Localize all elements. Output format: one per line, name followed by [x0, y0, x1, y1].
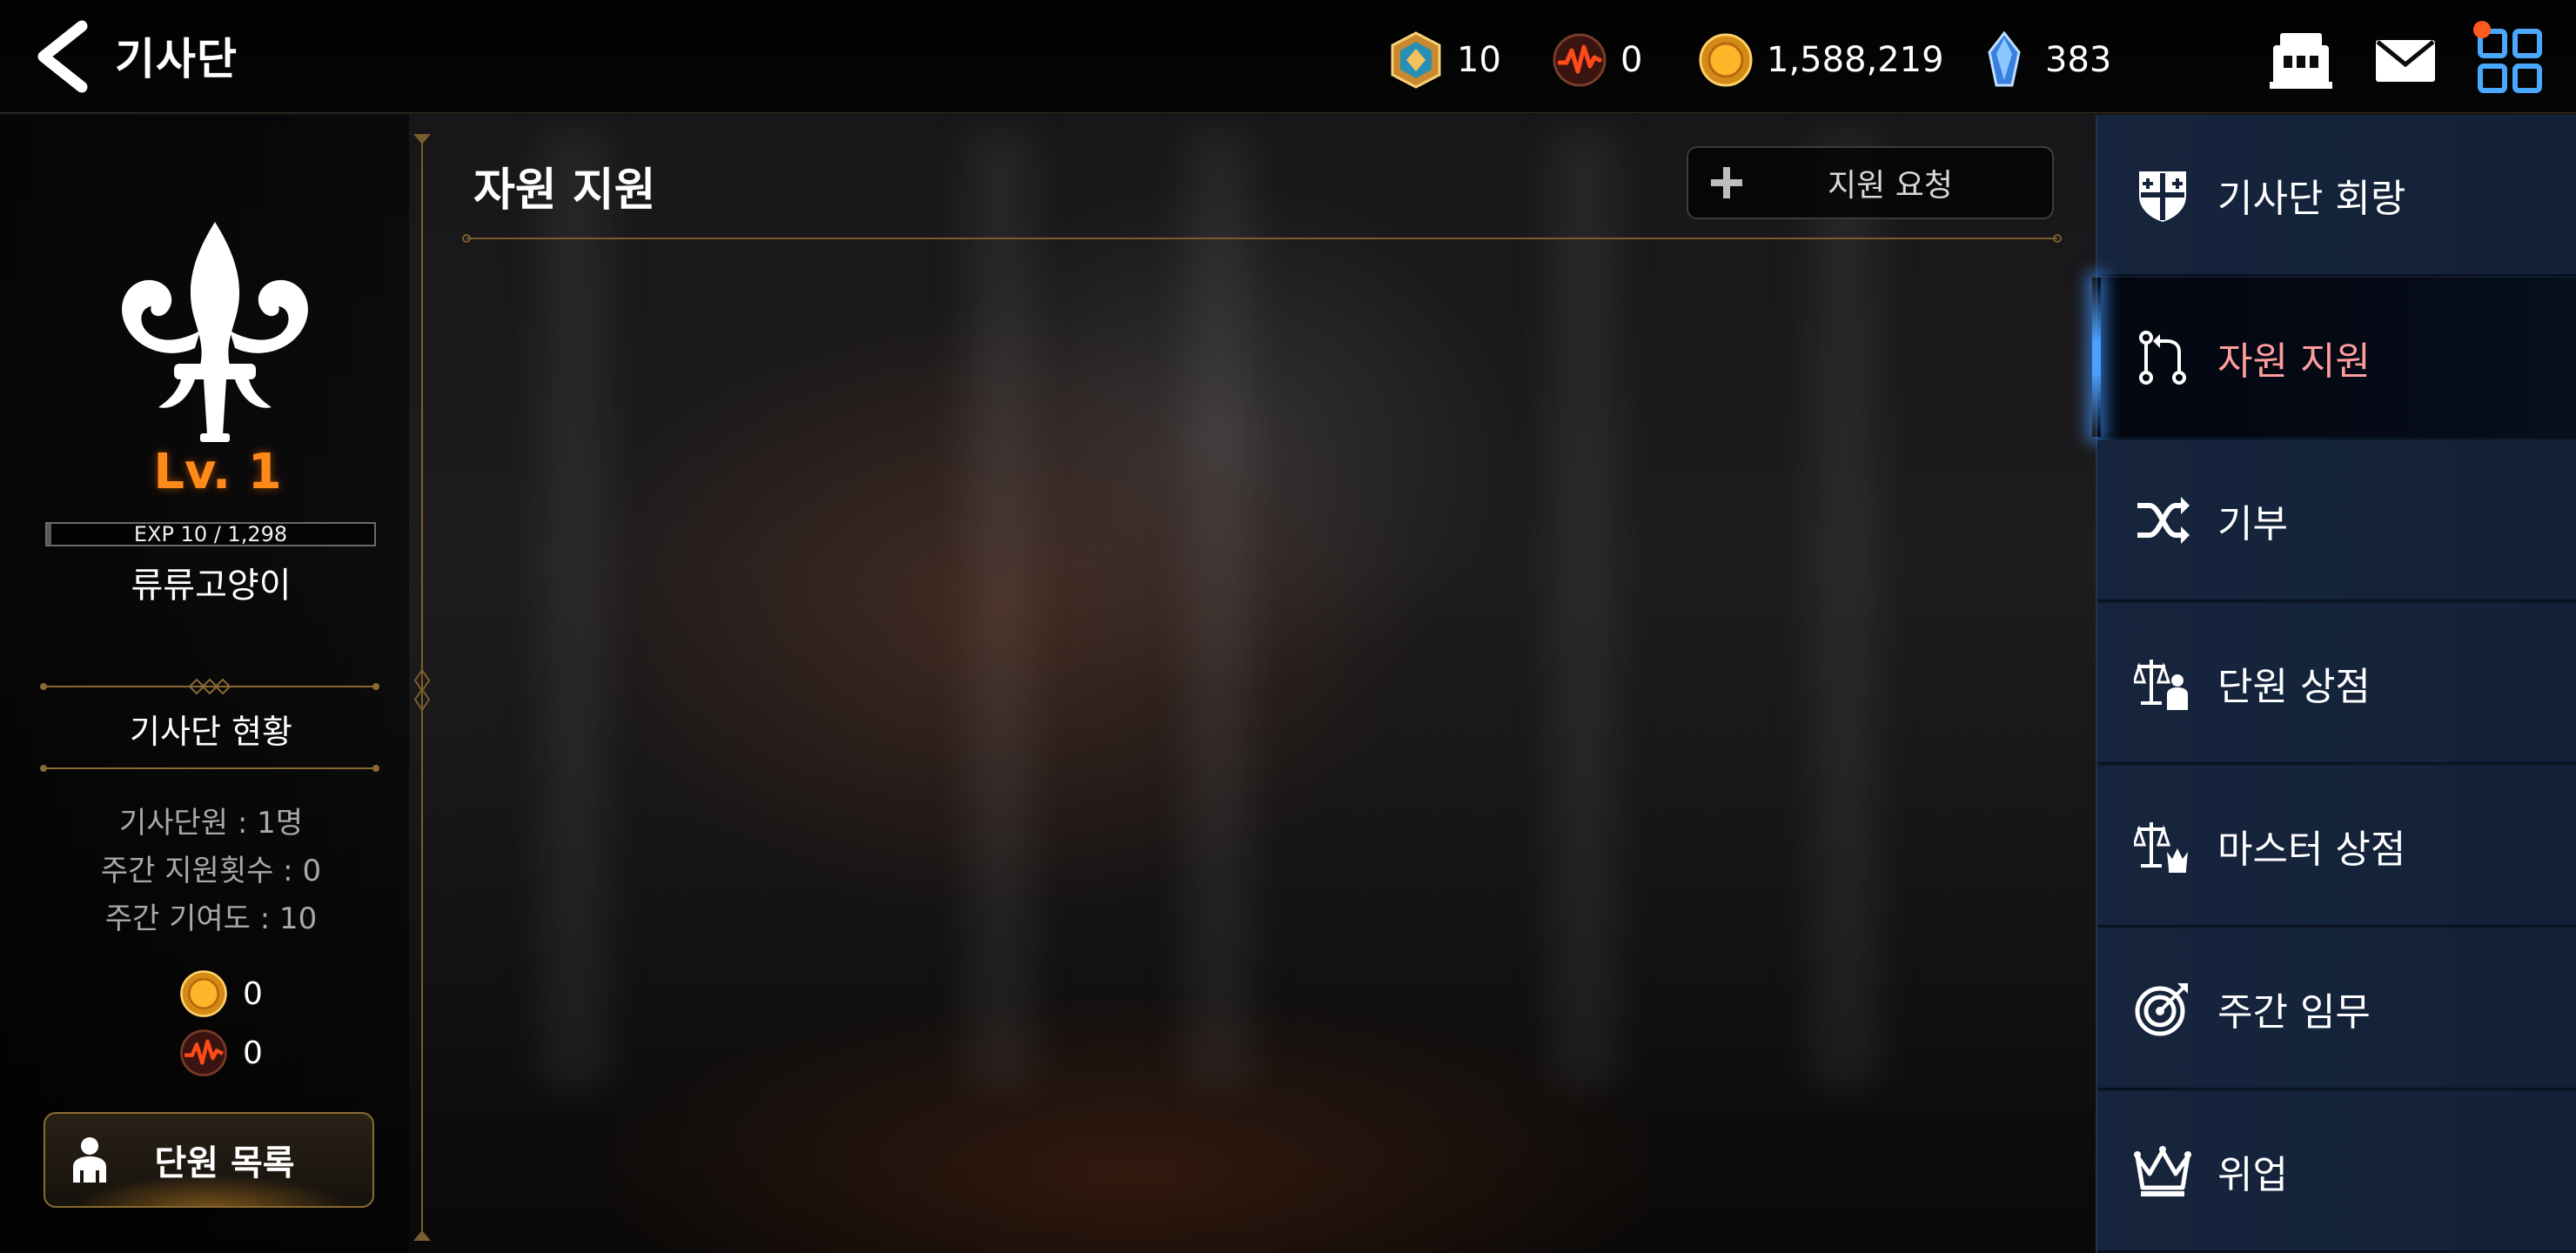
back-arrow-icon [37, 20, 88, 93]
menu-item-label: 자원 지원 [2217, 338, 2371, 384]
back-button[interactable] [31, 19, 101, 94]
master-shop-icon [2134, 821, 2188, 873]
active-indicator [2092, 278, 2101, 437]
support-request-button[interactable]: 지원 요청 [1687, 146, 2054, 219]
page-title: 기사단 [115, 34, 238, 84]
guild-flame: 0 [178, 1027, 263, 1079]
menu-item-label: 기사단 회랑 [2217, 176, 2406, 221]
mail-icon [2376, 40, 2435, 82]
menu-item-member-shop[interactable]: 단원 상점 [2097, 603, 2576, 764]
notification-dot [2473, 21, 2491, 38]
content-divider [462, 234, 2062, 243]
flame-orb-icon [180, 1029, 227, 1076]
panel-divider [413, 134, 431, 1241]
guild-menu: 기사단 회랑 자원 지원 기부 단원 상점 마스터 상점 주간 임무 위업 [2092, 115, 2576, 1253]
gold-coin-icon [1699, 33, 1753, 87]
currency-crest-token[interactable]: 10 [1387, 30, 1501, 90]
menu-item-guild-hall[interactable]: 기사단 회랑 [2097, 115, 2576, 276]
plus-icon [1711, 167, 1742, 198]
exp-text: EXP 10 / 1,298 [133, 522, 288, 546]
gold-coin-icon [180, 970, 227, 1017]
guild-hall-icon [2270, 33, 2332, 89]
member-list-label: 단원 목록 [154, 1143, 295, 1183]
person-icon [73, 1137, 106, 1183]
menu-item-label: 단원 상점 [2217, 664, 2371, 709]
crest-token-icon [1391, 31, 1441, 89]
top-bar: 기사단 10 0 1,588,219 383 [0, 0, 2576, 113]
support-request-label: 지원 요청 [1828, 168, 1953, 204]
background-pillar [522, 131, 627, 1088]
target-icon [2135, 982, 2188, 1035]
menu-item-achievements[interactable]: 위업 [2097, 1091, 2576, 1252]
shield-icon [2139, 171, 2186, 222]
member-list-button[interactable]: 단원 목록 [44, 1112, 374, 1208]
fleur-de-lis-emblem-icon [122, 222, 308, 442]
flame-orb-icon [1553, 33, 1607, 87]
content-title: 자원 지원 [473, 164, 656, 217]
blue-crystal-icon [1988, 31, 2021, 87]
background-pillar [949, 131, 1053, 1088]
guild-level: Lv. 1 [153, 444, 282, 500]
stat-members: 기사단원 : 1명 [118, 806, 304, 841]
resource-transfer-icon [2139, 330, 2186, 385]
currency-gold[interactable]: 1,588,219 [1697, 30, 1944, 90]
stat-weekly-support: 주간 지원횟수 : 0 [100, 854, 322, 888]
member-shop-icon [2134, 659, 2188, 710]
currency-value: 1,588,219 [1767, 40, 1944, 80]
currency-value: 10 [1457, 40, 1501, 80]
crown-icon [2134, 1145, 2191, 1196]
menu-item-label: 마스터 상점 [2217, 827, 2406, 872]
menu-item-label: 주간 임무 [2217, 989, 2371, 1035]
menu-item-donate[interactable]: 기부 [2097, 440, 2576, 601]
stat-weekly-contribution: 주간 기여도 : 10 [104, 901, 318, 936]
currency-value: 383 [2045, 40, 2112, 80]
guild-hall-button[interactable] [2266, 26, 2336, 96]
guild-gold: 0 [178, 968, 263, 1020]
guild-name: 류류고양이 [131, 566, 292, 606]
shuffle-icon [2137, 496, 2190, 544]
ornament-divider [40, 765, 379, 772]
menu-item-label: 위업 [2217, 1152, 2288, 1197]
guild-flame-value: 0 [243, 1035, 263, 1071]
menu-item-label: 기부 [2217, 501, 2288, 546]
background-pillar [1166, 131, 1271, 1088]
background-pillar [1793, 131, 1897, 1088]
background-pillar [1532, 131, 1636, 1088]
menu-item-resource-support[interactable]: 자원 지원 [2092, 278, 2576, 439]
guild-gold-value: 0 [243, 975, 263, 1012]
currency-flame-orb[interactable]: 0 [1551, 30, 1642, 90]
mail-button[interactable] [2371, 26, 2440, 96]
exp-bar: EXP 10 / 1,298 [45, 522, 376, 546]
menu-item-master-shop[interactable]: 마스터 상점 [2097, 766, 2576, 927]
menu-item-weekly-mission[interactable]: 주간 임무 [2097, 928, 2576, 1089]
guild-screen: 기사단 10 0 1,588,219 383 Lv. 1 EXP 10 / 1,… [0, 0, 2576, 1253]
ornament-divider [40, 678, 379, 695]
currency-crystal[interactable]: 383 [1976, 30, 2111, 90]
guild-status-title: 기사단 현황 [130, 713, 292, 751]
currency-value: 0 [1620, 40, 1643, 80]
